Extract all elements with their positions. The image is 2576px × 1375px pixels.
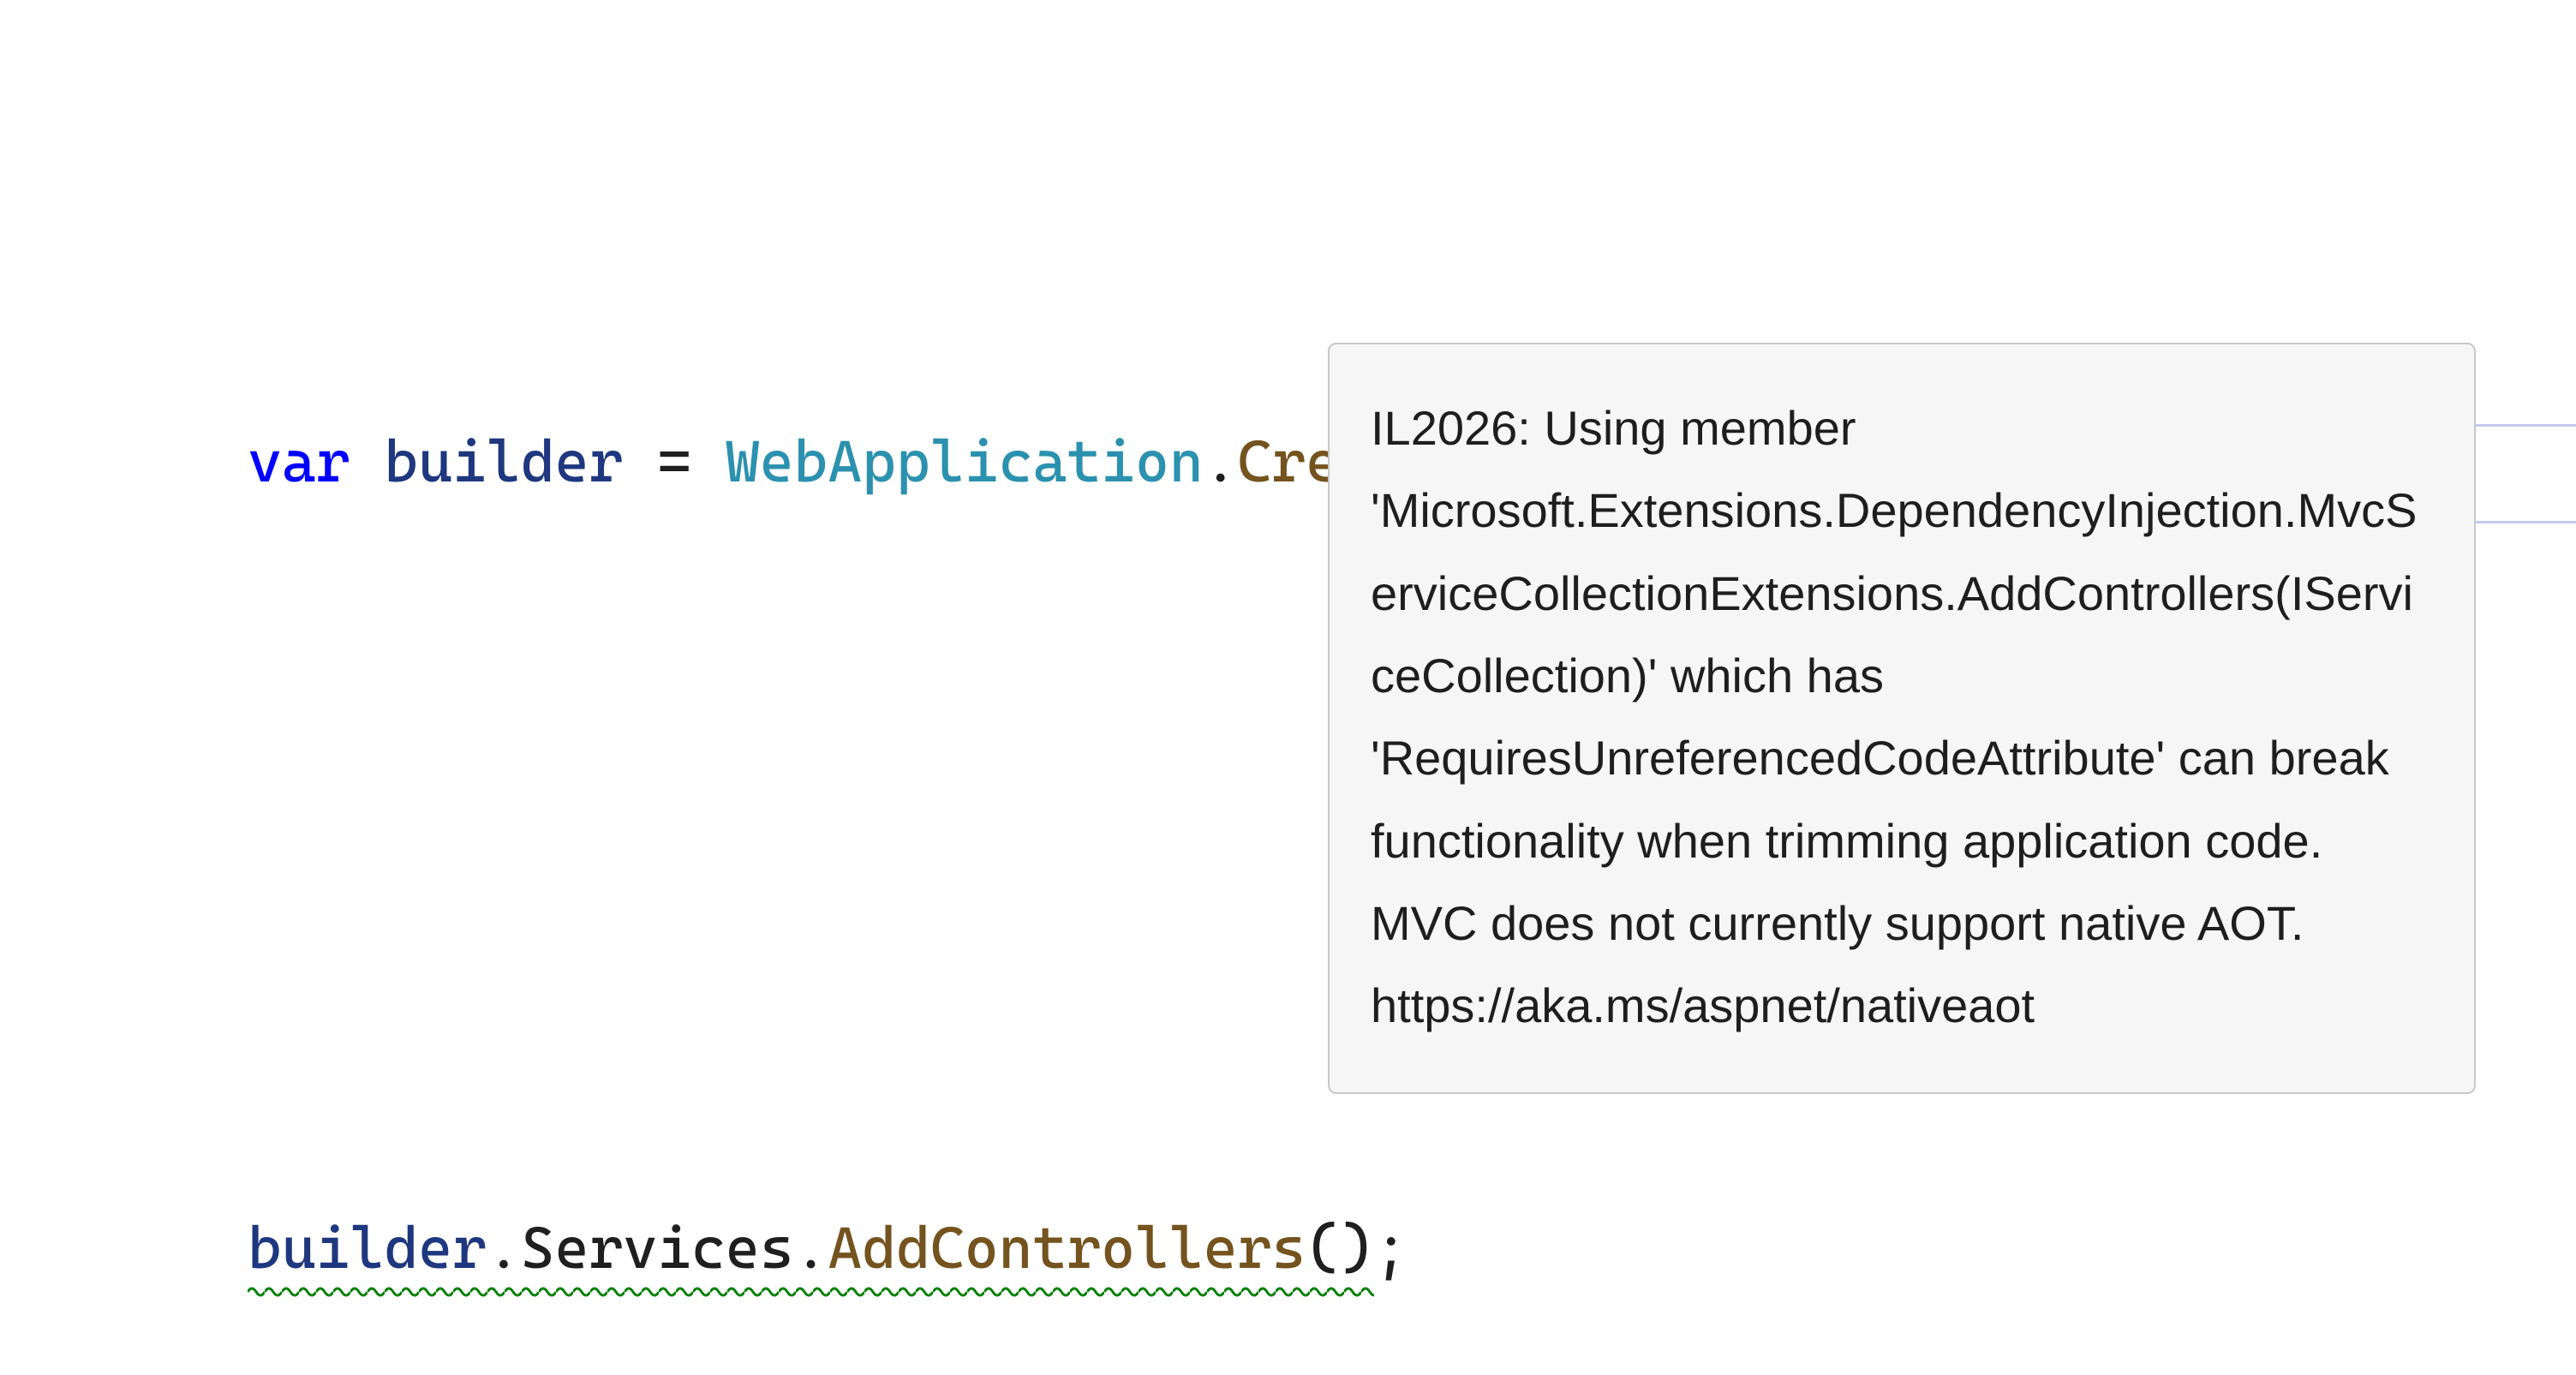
property-services: Services	[521, 1214, 794, 1282]
identifier-builder: builder	[248, 1214, 487, 1282]
warning-squiggle[interactable]: builder.Services.AddControllers()	[248, 1205, 1374, 1292]
space	[623, 427, 657, 495]
warning-tooltip-text: IL2026: Using member 'Microsoft.Extensio…	[1371, 401, 2417, 1032]
warning-tooltip: IL2026: Using member 'Microsoft.Extensio…	[1328, 343, 2476, 1094]
code-line-2[interactable]: builder.Services.AddControllers();	[43, 1205, 2576, 1292]
dot: .	[794, 1214, 828, 1282]
space	[691, 427, 726, 495]
dot: .	[487, 1214, 521, 1282]
semicolon: ;	[1374, 1214, 1408, 1282]
type-webapplication: WebApplication	[726, 427, 1204, 495]
space	[350, 427, 385, 495]
method-addcontrollers: AddControllers	[828, 1214, 1306, 1282]
parens: ()	[1306, 1214, 1374, 1282]
operator-equals: =	[657, 427, 691, 495]
dot: .	[1204, 427, 1238, 495]
keyword-var: var	[248, 427, 350, 495]
identifier-builder: builder	[384, 427, 623, 495]
